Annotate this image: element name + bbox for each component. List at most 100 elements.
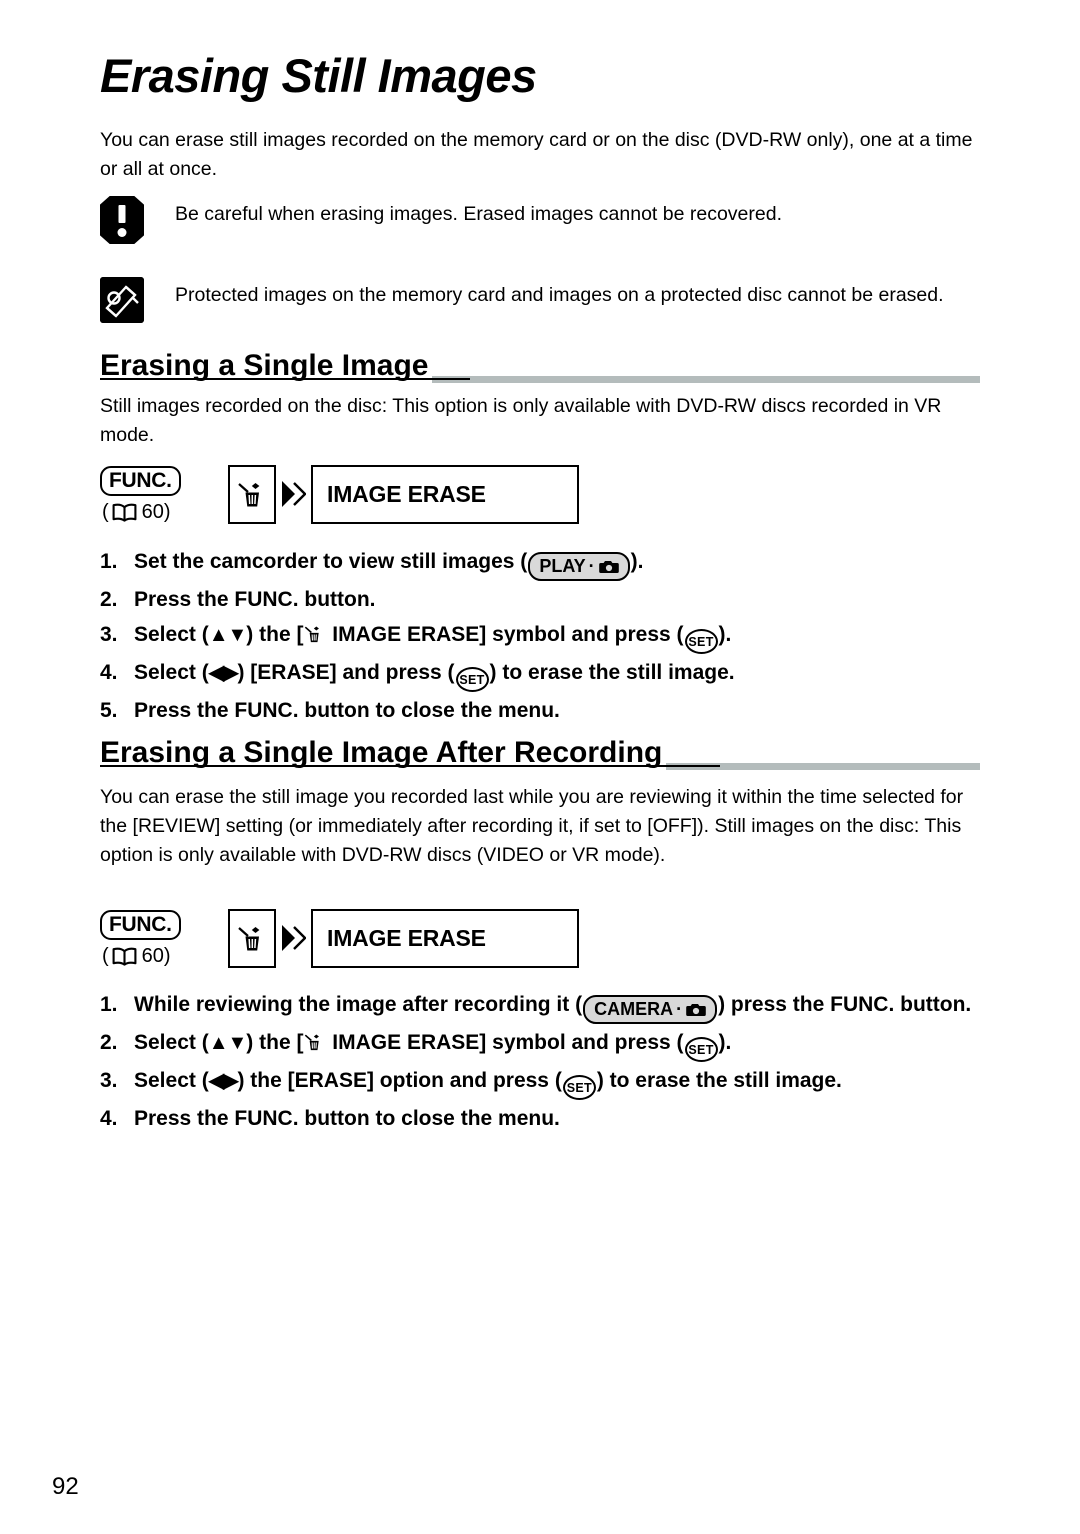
trash-image-erase-icon-1	[237, 480, 267, 510]
step-number: 1.	[100, 550, 118, 573]
chevron-right-icon-2	[280, 923, 306, 953]
step-text: Select (▲▼) the [ IMAGE ERASE] symbol an…	[134, 618, 990, 654]
play-mode-badge: PLAY ·	[528, 552, 630, 581]
up-down-arrows-icon: ▲▼	[208, 1032, 248, 1054]
step-number: 2.	[100, 588, 118, 611]
step-text: Press the FUNC. button.	[134, 588, 376, 611]
step-text-post: ).	[718, 623, 732, 646]
step-text-post: ) to erase the still image.	[489, 661, 735, 684]
step-text-pre: Select (	[134, 661, 209, 684]
caution-icon	[100, 196, 148, 244]
step-text-post: ) press the FUNC. button.	[718, 993, 972, 1016]
step-text: Set the camcorder to view still images (…	[134, 545, 990, 581]
step-item: 3. Select (▲▼) the [ IMAGE ERASE] symbol…	[100, 618, 990, 654]
step-number: 2.	[100, 1031, 118, 1054]
step-text-mid: ) the [ERASE] option and press (	[237, 1069, 562, 1092]
set-button-icon: SET	[684, 629, 718, 654]
set-button-icon: SET	[684, 1037, 718, 1062]
note-pencil-icon	[100, 277, 148, 325]
step-text-pre: Select (	[134, 1069, 209, 1092]
camera-icon	[598, 560, 619, 574]
book-icon-1	[112, 503, 137, 522]
trash-image-erase-icon	[304, 624, 324, 645]
step-text-post: ).	[718, 1031, 732, 1054]
steps-list-2: 1. While reviewing the image after recor…	[100, 988, 990, 1137]
menu-item-box-2: IMAGE ERASE	[311, 909, 579, 968]
step-text-mid: ) [ERASE] and press (	[237, 661, 455, 684]
menu-item-box-1: IMAGE ERASE	[311, 465, 579, 524]
steps-list-1: 1. Set the camcorder to view still image…	[100, 545, 990, 729]
step-item: 3. Select (◀▶) the [ERASE] option and pr…	[100, 1064, 990, 1100]
caution-note: Be careful when erasing images. Erased i…	[100, 196, 990, 244]
step-text-post: ) to erase the still image.	[596, 1069, 842, 1092]
step-number: 1.	[100, 993, 118, 1016]
section-underline-2	[100, 765, 720, 767]
step-item: 2. Select (▲▼) the [ IMAGE ERASE] symbol…	[100, 1026, 990, 1062]
info-note: Protected images on the memory card and …	[100, 277, 990, 325]
step-item: 4. Select (◀▶) [ERASE] and press (SET) t…	[100, 656, 990, 692]
caution-note-text: Be careful when erasing images. Erased i…	[175, 203, 783, 225]
step-item: 1. While reviewing the image after recor…	[100, 988, 990, 1024]
step-text: While reviewing the image after recordin…	[134, 988, 990, 1024]
camera-icon	[686, 1003, 706, 1017]
step-text-mid2: IMAGE ERASE] symbol and press (	[326, 623, 684, 646]
step-number: 3.	[100, 1069, 118, 1092]
menu-icon-box-1	[228, 465, 276, 524]
up-down-arrows-icon: ▲▼	[208, 624, 248, 646]
page-title: Erasing Still Images	[100, 49, 537, 102]
step-text-pre: Set the camcorder to view still images (	[134, 550, 528, 573]
menu-item-label-1: IMAGE ERASE	[327, 481, 486, 507]
step-text: Select (◀▶) the [ERASE] option and press…	[134, 1064, 990, 1100]
step-text: Press the FUNC. button to close the menu…	[134, 699, 560, 722]
step-text-pre: Select (	[134, 1031, 209, 1054]
step-text-pre: Select (	[134, 623, 209, 646]
badge-separator-dot: ·	[588, 556, 595, 576]
manual-page: Erasing Still Images You can erase still…	[0, 0, 1080, 1534]
step-item: 1. Set the camcorder to view still image…	[100, 545, 990, 581]
section-1-paragraph: Still images recorded on the disc: This …	[100, 395, 942, 446]
intro-paragraph: You can erase still images recorded on t…	[100, 129, 973, 180]
step-text-mid: ) the [	[246, 623, 304, 646]
set-button-icon: SET	[562, 1075, 596, 1100]
step-text: Press the FUNC. button to close the menu…	[134, 1107, 560, 1130]
info-note-text: Protected images on the memory card and …	[175, 284, 944, 306]
page-ref-close-paren-2: )	[163, 945, 171, 967]
step-item: 4. Press the FUNC. button to close the m…	[100, 1102, 990, 1135]
camera-mode-badge: CAMERA ·	[583, 995, 718, 1024]
menu-icon-box-2	[228, 909, 276, 968]
trash-image-erase-icon	[304, 1032, 324, 1053]
left-right-arrows-icon: ◀▶	[208, 662, 239, 684]
badge-separator-dot: ·	[676, 999, 683, 1019]
menu-item-label-2: IMAGE ERASE	[327, 925, 486, 951]
section-2-paragraph: You can erase the still image you record…	[100, 786, 964, 866]
page-ref-number-1: 60	[141, 501, 164, 523]
page-ref-open-paren-1: (	[102, 501, 109, 523]
func-button-badge-2: FUNC.	[100, 910, 181, 940]
page-ref-open-paren-2: (	[102, 945, 109, 967]
step-number: 5.	[100, 699, 118, 722]
func-button-badge-1: FUNC.	[100, 466, 181, 496]
chevron-right-icon-1	[280, 479, 306, 509]
page-ref-number-2: 60	[141, 945, 164, 967]
step-text: Select (▲▼) the [ IMAGE ERASE] symbol an…	[134, 1026, 990, 1062]
camera-mode-label: CAMERA	[594, 999, 674, 1019]
step-number: 3.	[100, 623, 118, 646]
page-ref-close-paren-1: )	[163, 501, 171, 523]
trash-image-erase-icon-2	[237, 924, 267, 954]
page-reference-1: ( 60 )	[102, 499, 171, 525]
step-text: Select (◀▶) [ERASE] and press (SET) to e…	[134, 656, 990, 692]
play-mode-label: PLAY	[539, 556, 586, 576]
page-number: 92	[52, 1473, 79, 1500]
step-number: 4.	[100, 661, 118, 684]
left-right-arrows-icon: ◀▶	[208, 1070, 239, 1092]
step-text-post: ).	[630, 550, 644, 573]
step-item: 5. Press the FUNC. button to close the m…	[100, 694, 990, 727]
step-text-mid2: IMAGE ERASE] symbol and press (	[326, 1031, 684, 1054]
step-text-mid: ) the [	[246, 1031, 304, 1054]
section-underline-1	[100, 378, 470, 380]
step-text-pre: While reviewing the image after recordin…	[134, 993, 583, 1016]
page-reference-2: ( 60 )	[102, 943, 171, 969]
book-icon-2	[112, 947, 137, 966]
step-item: 2. Press the FUNC. button.	[100, 583, 990, 616]
step-number: 4.	[100, 1107, 118, 1130]
